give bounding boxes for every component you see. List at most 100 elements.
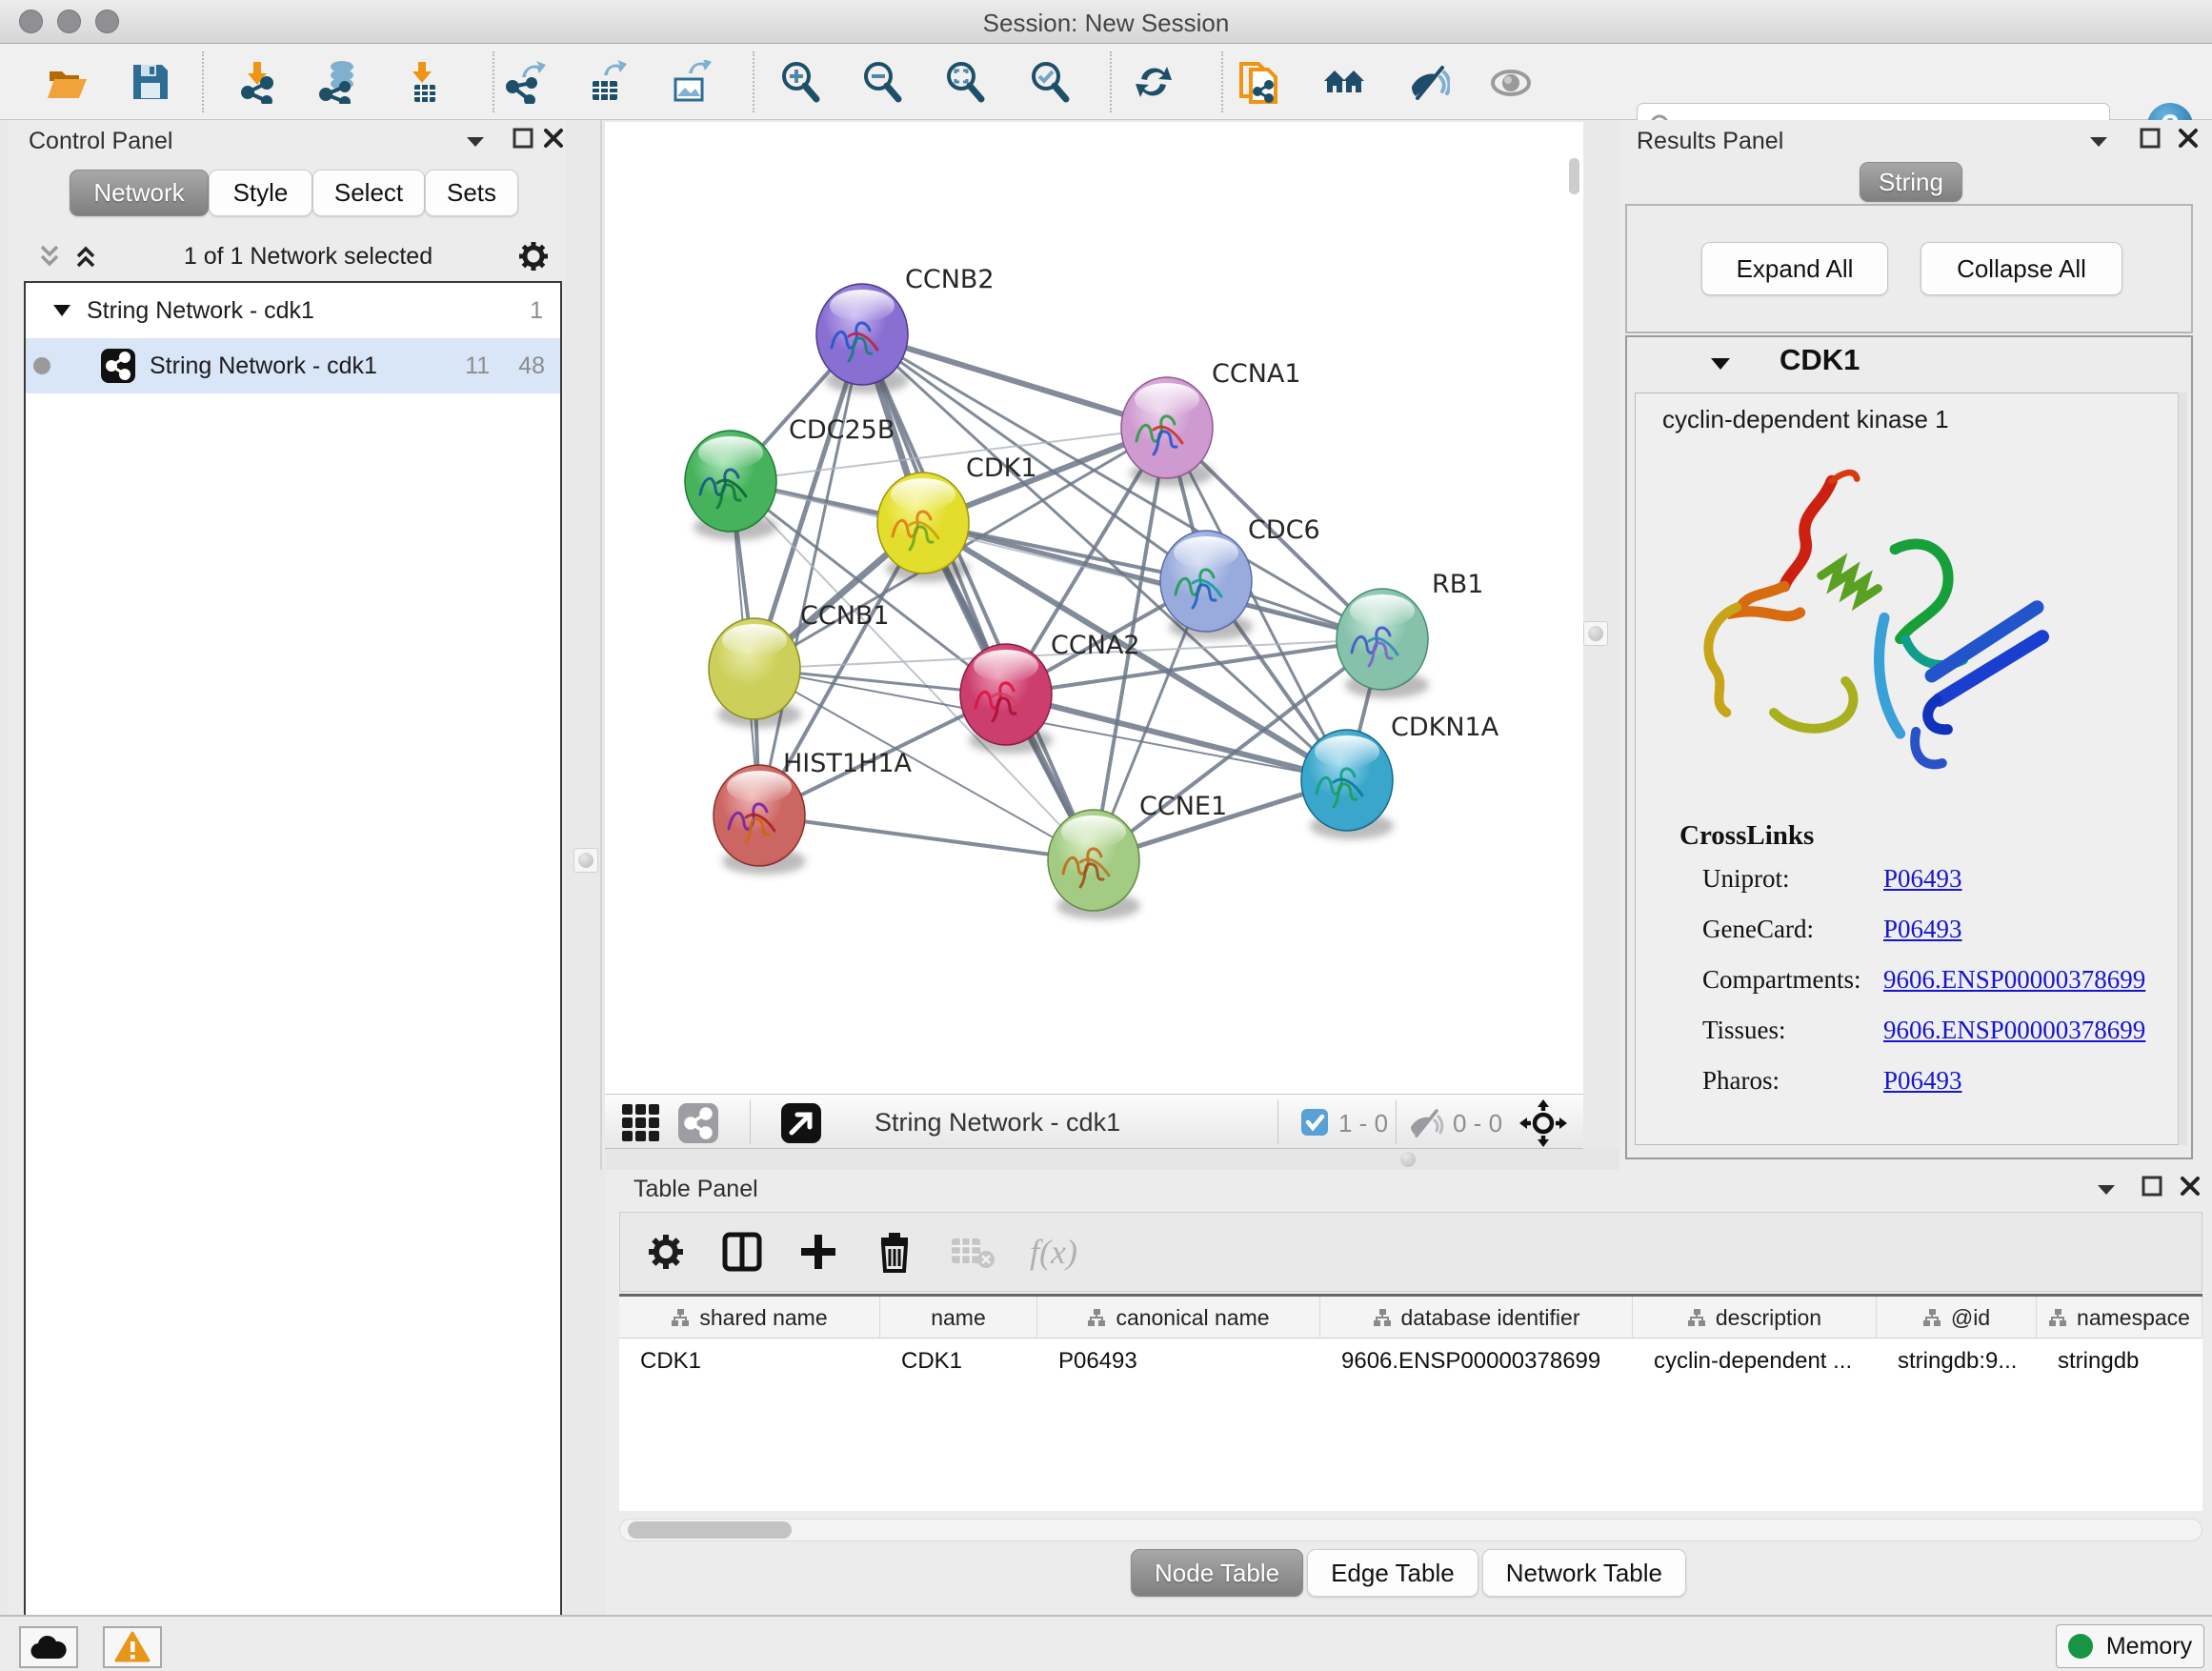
network-node-CCNA1[interactable]: CCNA1 <box>1121 359 1301 487</box>
open-session-icon[interactable] <box>45 60 89 104</box>
expand-all-chevron-icon[interactable] <box>71 242 100 271</box>
export-network-icon[interactable] <box>503 60 547 104</box>
tab-style[interactable]: Style <box>209 170 312 216</box>
table-cell[interactable]: CDK1 <box>880 1342 1037 1380</box>
warning-button[interactable] <box>103 1626 162 1668</box>
external-view-icon[interactable] <box>780 1102 822 1144</box>
refresh-icon[interactable] <box>1132 60 1176 104</box>
column-header-id[interactable]: @id <box>1877 1297 2037 1339</box>
collection-count: 1 <box>530 297 543 325</box>
table-cell[interactable]: 9606.ENSP00000378699 <box>1320 1342 1633 1380</box>
canvas-vscroll-thumb[interactable] <box>1569 158 1579 194</box>
network-node-CDKN1A[interactable]: CDKN1A <box>1301 713 1499 839</box>
close-panel-icon[interactable] <box>543 128 564 149</box>
collapse-all-button[interactable]: Collapse All <box>1920 242 2122 295</box>
left-splitter[interactable] <box>600 120 602 1170</box>
network-edge[interactable] <box>759 334 862 815</box>
collapse-all-chevron-icon[interactable] <box>35 242 64 271</box>
memory-button[interactable]: Memory <box>2056 1624 2204 1668</box>
network-row[interactable]: String Network - cdk1 11 48 <box>26 338 560 393</box>
network-canvas[interactable]: CCNB2CCNA1CDC25BCDK1CDC6RB1CCNB1CCNA2CDK… <box>605 122 1583 1094</box>
export-image-icon[interactable] <box>668 60 712 104</box>
column-header-canonicalname[interactable]: canonical name <box>1037 1297 1320 1339</box>
network-edge[interactable] <box>759 815 1094 860</box>
network-node-RB1[interactable]: RB1 <box>1337 570 1483 698</box>
crosslink-label: Pharos: <box>1702 1066 1883 1096</box>
import-network-icon[interactable] <box>236 60 280 104</box>
homes-icon[interactable] <box>1322 60 1366 104</box>
show-columns-icon[interactable] <box>721 1231 763 1273</box>
tab-sets[interactable]: Sets <box>425 170 518 216</box>
expand-all-button[interactable]: Expand All <box>1701 242 1888 295</box>
close-panel-icon[interactable] <box>2178 128 2199 149</box>
annotation-icon[interactable] <box>1237 60 1281 104</box>
float-panel-icon[interactable] <box>2142 1176 2162 1197</box>
export-table-icon[interactable] <box>585 60 629 104</box>
tab-string[interactable]: String <box>1860 162 1962 202</box>
crosslink-value-link[interactable]: 9606.ENSP00000378699 <box>1883 965 2145 995</box>
column-header-databaseidentifier[interactable]: database identifier <box>1320 1297 1633 1339</box>
panel-menu-icon[interactable] <box>465 135 486 149</box>
panel-menu-icon[interactable] <box>2096 1183 2117 1197</box>
tab-network[interactable]: Network <box>70 170 209 216</box>
crosslink-row: Compartments:9606.ENSP00000378699 <box>1702 965 2160 995</box>
column-header-description[interactable]: description <box>1633 1297 1877 1339</box>
network-edge[interactable] <box>862 334 1094 860</box>
selected-checkbox-icon[interactable] <box>1300 1108 1329 1137</box>
table-hscroll-thumb[interactable] <box>628 1521 792 1539</box>
save-session-icon[interactable] <box>129 60 172 104</box>
crosslink-value-link[interactable]: P06493 <box>1883 1066 1962 1096</box>
network-node-CCNE1[interactable]: CCNE1 <box>1048 792 1227 919</box>
grid-view-icon[interactable] <box>620 1102 662 1144</box>
crosslink-value-link[interactable]: P06493 <box>1883 915 1962 944</box>
gear-icon[interactable] <box>516 239 551 273</box>
column-header-name[interactable]: name <box>880 1297 1037 1339</box>
right-splitter-handle[interactable] <box>1583 621 1608 646</box>
zoom-in-icon[interactable] <box>778 60 822 104</box>
table-cell[interactable]: P06493 <box>1037 1342 1320 1380</box>
delete-column-icon[interactable] <box>874 1231 915 1273</box>
zoom-fit-icon[interactable] <box>943 60 987 104</box>
hide-unhide-icon[interactable] <box>1406 60 1450 104</box>
tab-select[interactable]: Select <box>312 170 425 216</box>
import-network-from-database-icon[interactable] <box>316 60 360 104</box>
tab-network-table[interactable]: Network Table <box>1482 1549 1686 1597</box>
table-cell[interactable]: CDK1 <box>619 1342 880 1380</box>
protein-details: cyclin-dependent kinase 1 <box>1635 393 2183 1145</box>
node-label-CCNB2: CCNB2 <box>905 265 995 294</box>
zoom-selected-icon[interactable] <box>1028 60 1072 104</box>
tab-edge-table[interactable]: Edge Table <box>1307 1549 1478 1597</box>
import-table-icon[interactable] <box>401 60 445 104</box>
zoom-out-icon[interactable] <box>860 60 904 104</box>
cloud-button[interactable] <box>19 1626 78 1668</box>
network-node-HIST1H1A[interactable]: HIST1H1A <box>714 749 913 875</box>
crosslink-value-link[interactable]: P06493 <box>1883 864 1962 894</box>
tab-node-table[interactable]: Node Table <box>1131 1549 1303 1597</box>
float-panel-icon[interactable] <box>2140 128 2161 149</box>
results-vscroll[interactable] <box>2178 393 2187 1145</box>
network-node-CDC6[interactable]: CDC6 <box>1160 515 1320 640</box>
table-cell[interactable]: stringdb <box>2037 1342 2202 1380</box>
birds-eye-toggle-icon[interactable] <box>1519 1099 1567 1147</box>
network-collection-row[interactable]: String Network - cdk1 1 <box>26 283 560 338</box>
close-panel-icon[interactable] <box>2180 1176 2201 1197</box>
table-gear-icon[interactable] <box>645 1231 687 1273</box>
network-status-dot <box>33 357 50 374</box>
table-cell[interactable]: stringdb:9... <box>1877 1342 2037 1380</box>
collection-expander-icon[interactable] <box>52 304 71 317</box>
string-view-icon[interactable] <box>677 1102 719 1144</box>
float-panel-icon[interactable] <box>513 128 533 149</box>
network-node-CDC25B[interactable]: CDC25B <box>685 415 895 540</box>
column-header-namespace[interactable]: namespace <box>2037 1297 2202 1339</box>
node-table[interactable]: shared namenamecanonical namedatabase id… <box>619 1294 2202 1511</box>
panel-menu-icon[interactable] <box>2088 135 2109 149</box>
eye-icon[interactable] <box>1489 60 1533 104</box>
crosslink-value-link[interactable]: 9606.ENSP00000378699 <box>1883 1016 2145 1045</box>
table-cell[interactable]: cyclin-dependent ... <box>1633 1342 1877 1380</box>
add-column-icon[interactable] <box>797 1231 839 1273</box>
column-header-sharedname[interactable]: shared name <box>619 1297 880 1339</box>
protein-expander-icon[interactable] <box>1709 356 1732 372</box>
column-type-icon <box>1087 1308 1106 1327</box>
table-hscroll[interactable] <box>619 1519 2202 1541</box>
left-splitter-handle[interactable] <box>573 848 598 873</box>
